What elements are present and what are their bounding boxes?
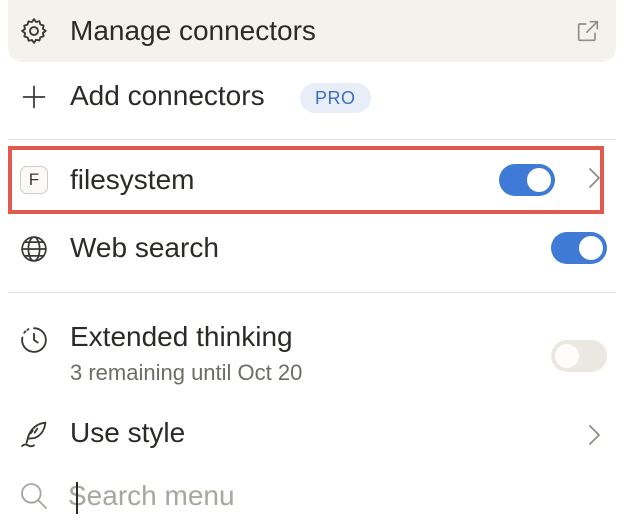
connector-item-web-search[interactable]: Web search [8,218,616,280]
extended-thinking-toggle[interactable] [551,340,607,372]
extended-thinking-item[interactable]: Extended thinking 3 remaining until Oct … [8,306,616,402]
quill-icon [18,418,50,450]
filesystem-label: filesystem [70,164,195,195]
filesystem-toggle[interactable] [499,164,555,196]
toggle-knob [579,236,603,260]
add-connectors-item[interactable]: Add connectors PRO [8,66,616,128]
plus-icon [18,81,50,113]
divider [8,139,616,140]
search-input[interactable] [68,478,468,514]
manage-connectors-item[interactable]: Manage connectors [8,0,616,62]
pro-badge: PRO [300,83,371,113]
extended-thinking-label: Extended thinking [70,321,293,352]
gear-icon [18,15,50,47]
add-connectors-label: Add connectors [70,80,265,111]
web-search-toggle[interactable] [551,232,607,264]
use-style-item[interactable]: Use style [8,404,616,466]
web-search-label: Web search [70,232,219,263]
filesystem-letter-icon: F [18,164,50,196]
search-menu-row [8,470,616,524]
use-style-label: Use style [70,417,186,448]
divider [8,292,616,293]
search-icon [18,480,50,512]
text-caret [76,482,78,514]
connector-item-filesystem[interactable]: F filesystem [8,146,604,214]
toggle-knob [555,344,579,368]
toggle-knob [527,168,551,192]
external-link-icon [574,17,602,45]
manage-connectors-label: Manage connectors [70,15,316,46]
filesystem-letter-badge: F [20,166,48,194]
clock-icon [18,324,50,356]
chevron-right-icon[interactable] [584,421,604,449]
globe-icon [18,233,50,265]
extended-thinking-remaining: 3 remaining until Oct 20 [70,360,303,385]
chevron-right-icon[interactable] [584,164,604,192]
